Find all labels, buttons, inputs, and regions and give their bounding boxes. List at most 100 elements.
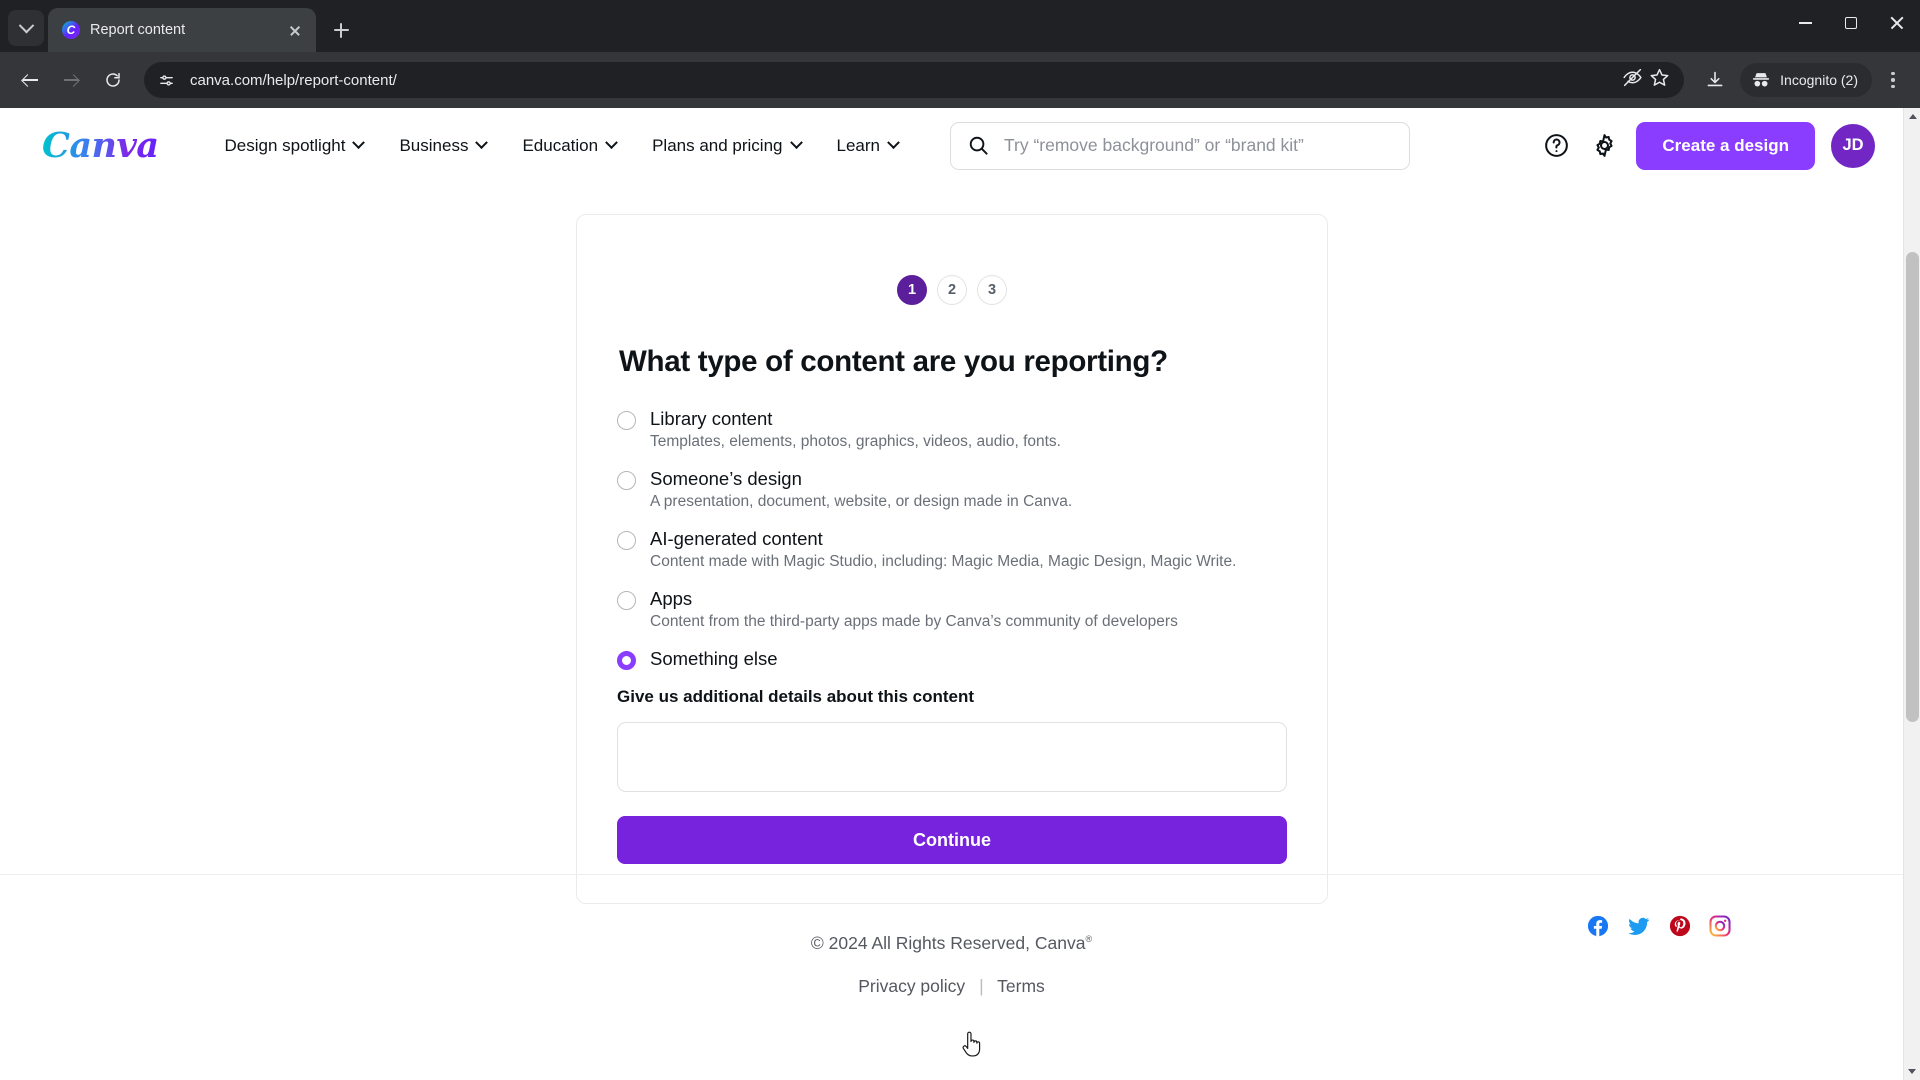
option-label: Apps xyxy=(650,588,693,609)
chevron-down-icon xyxy=(789,136,803,150)
reload-button[interactable] xyxy=(94,61,132,99)
details-textarea[interactable] xyxy=(617,722,1287,792)
trademark-symbol: ® xyxy=(1085,934,1093,945)
continue-button[interactable]: Continue xyxy=(617,816,1287,864)
close-icon xyxy=(1889,15,1905,31)
option-label: Something else xyxy=(650,648,778,669)
nav-label: Plans and pricing xyxy=(652,135,783,155)
chrome-menu-button[interactable] xyxy=(1876,63,1910,97)
step-indicator: 1 2 3 xyxy=(617,275,1287,305)
browser-toolbar: canva.com/help/report-content/ Incognito… xyxy=(0,52,1920,108)
pinterest-icon[interactable] xyxy=(1669,915,1691,942)
radio-button-selected[interactable] xyxy=(617,651,636,670)
option-ai-generated-content[interactable]: AI-generated content Content made with M… xyxy=(617,528,1287,571)
report-content-card: 1 2 3 What type of content are you repor… xyxy=(576,214,1328,904)
option-description: Content from the third-party apps made b… xyxy=(650,613,1178,630)
radio-button[interactable] xyxy=(617,411,636,430)
site-footer: © 2024 All Rights Reserved, Canva® Priva… xyxy=(0,874,1903,1080)
profile-incognito-button[interactable]: Incognito (2) xyxy=(1740,63,1872,97)
url-text: canva.com/help/report-content/ xyxy=(190,71,397,89)
chevron-down-icon xyxy=(352,136,366,150)
nav-item-education[interactable]: Education xyxy=(504,126,634,166)
copyright-label: © 2024 All Rights Reserved, Canva xyxy=(810,933,1086,953)
nav-item-plans-and-pricing[interactable]: Plans and pricing xyxy=(634,126,818,166)
header-actions: Create a design JD xyxy=(1540,121,1875,170)
close-tab-icon[interactable] xyxy=(284,19,306,41)
browser-window: C Report content canva.com/help/report-c… xyxy=(0,0,1920,1080)
avatar[interactable]: JD xyxy=(1831,123,1875,168)
close-window-button[interactable] xyxy=(1874,0,1920,46)
tab-search-button[interactable] xyxy=(8,10,44,46)
nav-item-design-spotlight[interactable]: Design spotlight xyxy=(207,126,382,166)
chevron-down-icon xyxy=(18,17,34,33)
scrollbar-thumb[interactable] xyxy=(1906,252,1919,722)
back-button[interactable] xyxy=(10,61,48,99)
maximize-button[interactable] xyxy=(1828,0,1874,46)
content-type-radio-group: Library content Templates, elements, pho… xyxy=(617,408,1287,670)
page-title: What type of content are you reporting? xyxy=(619,345,1168,378)
step-3[interactable]: 3 xyxy=(977,275,1007,305)
forward-button[interactable] xyxy=(52,61,90,99)
downloads-button[interactable] xyxy=(1696,61,1734,99)
reload-icon xyxy=(106,72,120,87)
option-label: AI-generated content xyxy=(650,528,823,549)
footer-links: Privacy policy | Terms xyxy=(0,976,1903,997)
site-settings-icon[interactable] xyxy=(152,66,180,94)
option-someones-design[interactable]: Someone’s design A presentation, documen… xyxy=(617,468,1287,511)
option-description: A presentation, document, website, or de… xyxy=(650,493,1073,510)
kebab-dot xyxy=(1891,78,1895,82)
page-scrollbar[interactable] xyxy=(1903,108,1920,1080)
arrow-left-icon xyxy=(22,73,38,88)
browser-tab[interactable]: C Report content xyxy=(48,8,316,52)
option-apps[interactable]: Apps Content from the third-party apps m… xyxy=(617,588,1287,631)
tab-strip: C Report content xyxy=(0,0,1920,52)
incognito-icon xyxy=(1753,73,1770,87)
step-1[interactable]: 1 xyxy=(897,275,927,305)
option-label: Library content xyxy=(650,408,773,429)
new-tab-button[interactable] xyxy=(324,13,358,47)
nav-item-learn[interactable]: Learn xyxy=(819,126,916,166)
instagram-icon[interactable] xyxy=(1709,915,1731,942)
radio-button[interactable] xyxy=(617,531,636,550)
nav-item-business[interactable]: Business xyxy=(381,126,504,166)
search-input[interactable]: Try “remove background” or “brand kit” xyxy=(949,121,1410,170)
chevron-down-icon[interactable] xyxy=(1908,1069,1916,1074)
site-header: Canva Design spotlight Business Educatio… xyxy=(0,108,1903,184)
chevron-down-icon xyxy=(887,136,900,150)
gear-icon[interactable] xyxy=(1588,130,1620,162)
minimize-button[interactable] xyxy=(1782,0,1828,46)
address-bar[interactable]: canva.com/help/report-content/ xyxy=(144,62,1685,98)
search-placeholder: Try “remove background” or “brand kit” xyxy=(1003,135,1304,155)
canva-favicon-icon: C xyxy=(62,21,80,39)
kebab-dot xyxy=(1891,71,1895,76)
chevron-down-icon xyxy=(475,136,489,150)
nav-label: Design spotlight xyxy=(224,135,346,155)
option-something-else[interactable]: Something else xyxy=(617,648,1287,670)
nav-label: Education xyxy=(522,135,599,155)
create-a-design-button[interactable]: Create a design xyxy=(1636,121,1815,170)
footer-separator: | xyxy=(979,976,984,996)
search-icon xyxy=(969,136,988,155)
option-library-content[interactable]: Library content Templates, elements, pho… xyxy=(617,408,1287,451)
kebab-dot xyxy=(1891,84,1895,89)
help-circle-icon[interactable] xyxy=(1540,130,1572,162)
option-description: Content made with Magic Studio, includin… xyxy=(650,553,1237,570)
twitter-icon[interactable] xyxy=(1627,915,1651,942)
bookmark-star-icon[interactable] xyxy=(1649,67,1670,93)
omnibox-actions xyxy=(1622,67,1670,93)
step-2[interactable]: 2 xyxy=(937,275,967,305)
canva-logo[interactable]: Canva xyxy=(42,125,159,166)
social-links xyxy=(1587,915,1731,942)
download-icon xyxy=(1707,71,1723,87)
radio-button[interactable] xyxy=(617,591,636,610)
tracking-protection-icon[interactable] xyxy=(1622,67,1643,93)
scroll-up-button[interactable] xyxy=(1904,108,1920,125)
facebook-icon[interactable] xyxy=(1587,915,1609,942)
nav-label: Learn xyxy=(836,135,880,155)
option-label: Someone’s design xyxy=(650,468,802,489)
terms-link[interactable]: Terms xyxy=(997,976,1045,996)
canva-page: Canva Design spotlight Business Educatio… xyxy=(0,108,1903,1080)
radio-button[interactable] xyxy=(617,471,636,490)
privacy-policy-link[interactable]: Privacy policy xyxy=(858,976,965,996)
option-description: Templates, elements, photos, graphics, v… xyxy=(650,433,1061,450)
